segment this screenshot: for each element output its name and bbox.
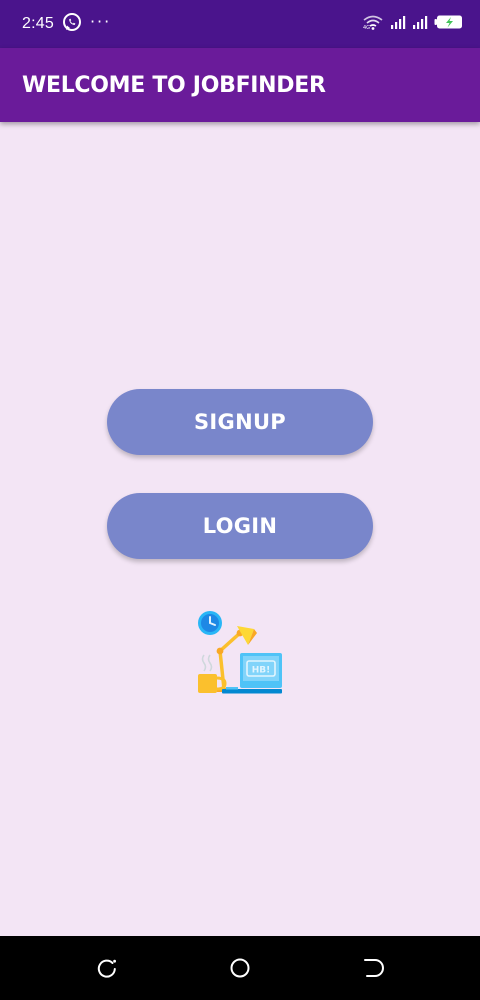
navigation-bar (0, 936, 480, 1000)
battery-charging-icon (434, 14, 464, 34)
login-button[interactable]: LOGIN (107, 493, 373, 559)
whatsapp-icon (62, 12, 82, 36)
home-icon[interactable] (228, 956, 252, 980)
svg-text:HB!: HB! (252, 666, 271, 676)
svg-text:4G: 4G (363, 25, 370, 30)
status-right: 4G (362, 14, 464, 34)
app-title: WELCOME TO JOBFINDER (22, 72, 326, 98)
desk-lamp-computer-illustration: HB! (196, 609, 284, 697)
status-bar: 2:45 ··· 4G (0, 0, 480, 48)
status-time: 2:45 (22, 15, 54, 32)
status-left: 2:45 ··· (22, 12, 111, 36)
more-notifications-indicator: ··· (89, 11, 112, 31)
back-icon[interactable] (361, 956, 385, 980)
signal-icon (390, 14, 406, 34)
signup-button[interactable]: SIGNUP (107, 389, 373, 455)
app-bar: WELCOME TO JOBFINDER (0, 48, 480, 122)
recent-apps-icon[interactable] (95, 956, 119, 980)
signal-icon (412, 14, 428, 34)
wifi-icon: 4G (362, 14, 384, 34)
